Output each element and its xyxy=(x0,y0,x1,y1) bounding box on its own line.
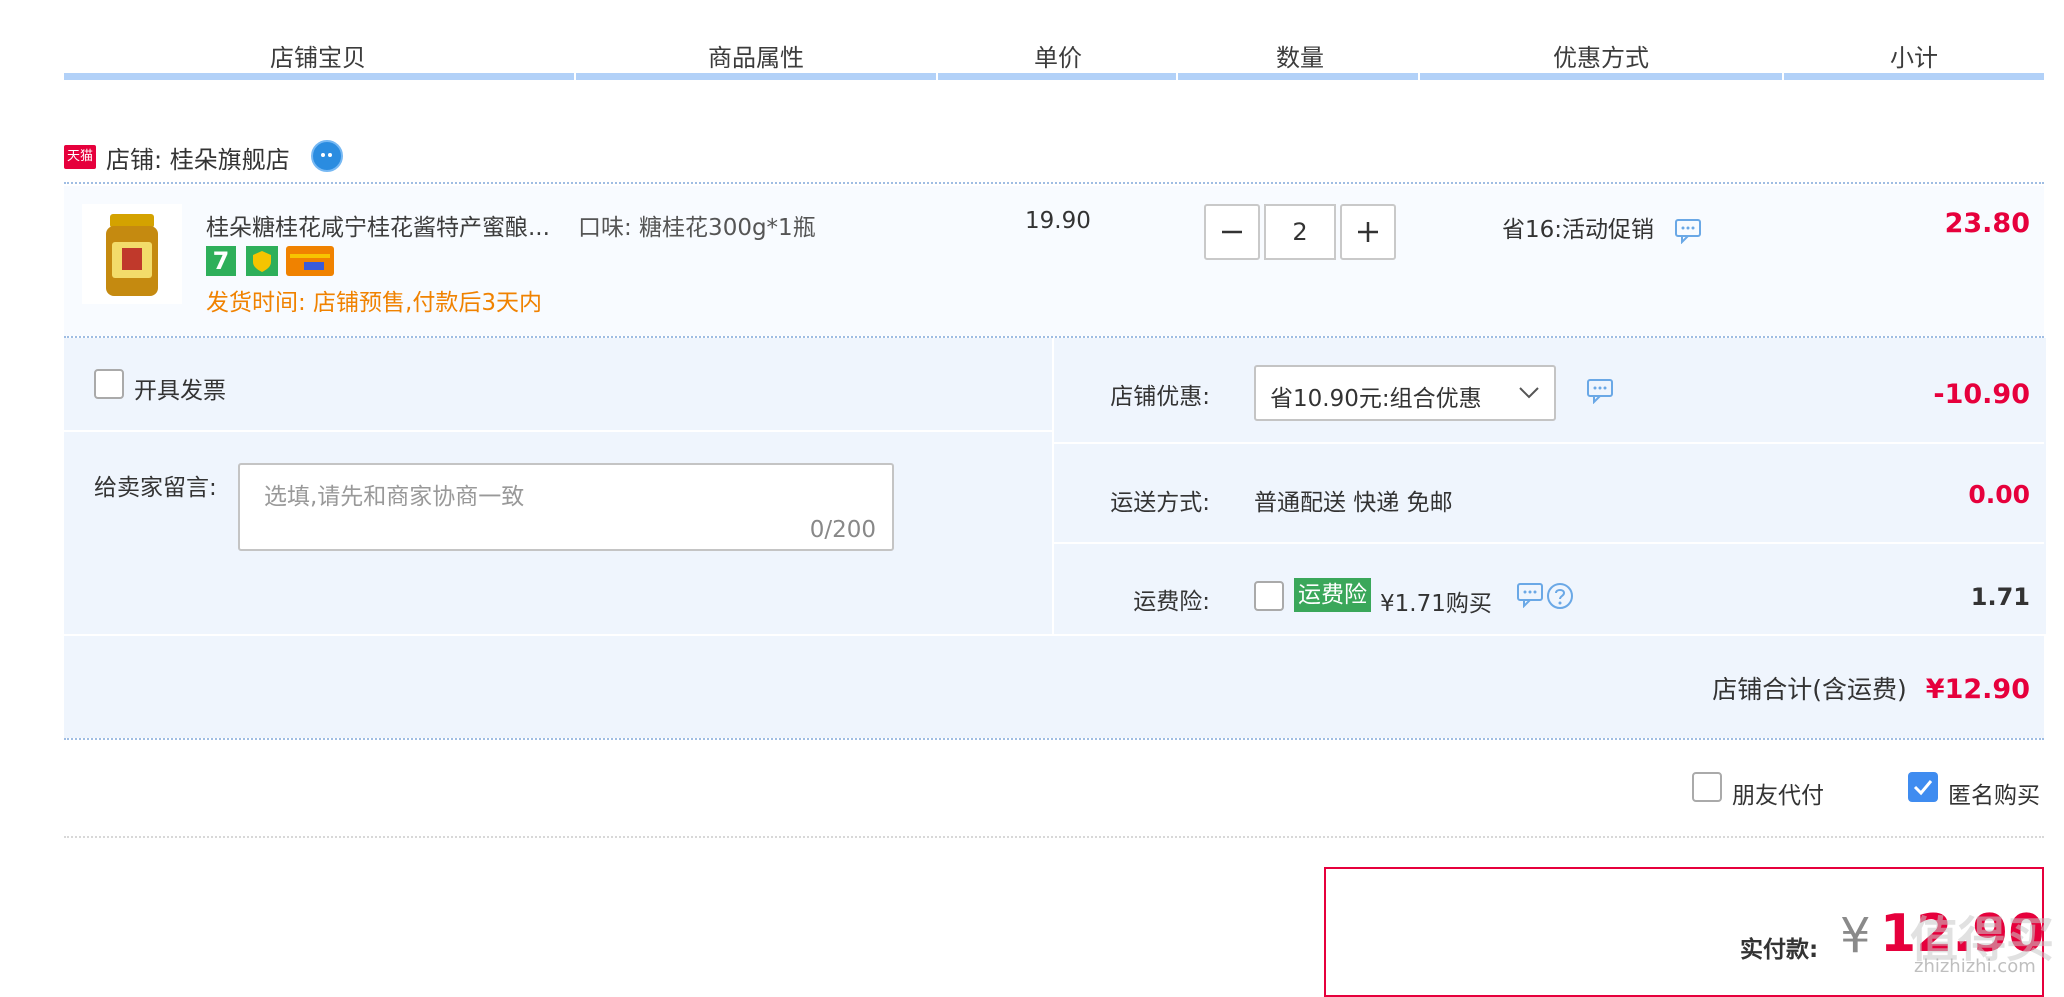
header-subtotal: 小计 xyxy=(1890,44,1938,72)
message-textarea[interactable]: 选填,请先和商家协商一致 0/200 xyxy=(238,463,894,551)
message-counter: 0/200 xyxy=(809,517,876,543)
payment-label: 实付款: xyxy=(1740,937,1819,963)
product-attr: 口味: 糖桂花300g*1瓶 xyxy=(578,215,816,241)
header-bar xyxy=(1420,73,1782,80)
qty-input[interactable]: 2 xyxy=(1264,204,1336,260)
header-bar xyxy=(1178,73,1418,80)
product-image[interactable] xyxy=(82,204,182,304)
invoice-checkbox[interactable] xyxy=(94,369,124,399)
promo-text: 省16:活动促销 xyxy=(1502,217,1655,243)
shipping-amount: 0.00 xyxy=(1968,480,2030,509)
comment-icon[interactable] xyxy=(1586,378,1614,404)
message-placeholder: 选填,请先和商家协商一致 xyxy=(264,484,525,510)
qty-decrease-button[interactable] xyxy=(1204,204,1260,260)
shop-name[interactable]: 店铺: 桂朵旗舰店 xyxy=(106,140,290,175)
product-title[interactable]: 桂朵糖桂花咸宁桂花酱特产蜜酿... xyxy=(206,208,550,242)
payment-currency: ¥ xyxy=(1840,908,1871,964)
item-subtotal: 23.80 xyxy=(1944,208,2030,239)
comment-icon[interactable] xyxy=(1516,582,1544,608)
header-bar xyxy=(938,73,1176,80)
insurance-amount: 1.71 xyxy=(1970,583,2030,611)
message-label: 给卖家留言: xyxy=(94,475,217,501)
header-bar xyxy=(1784,73,2044,80)
tmall-badge: 天猫 xyxy=(64,145,96,169)
divider xyxy=(1054,442,2044,444)
qty-increase-button[interactable] xyxy=(1340,204,1396,260)
header-price: 单价 xyxy=(1034,44,1082,72)
insurance-tag: 运费险 xyxy=(1294,578,1371,612)
chat-drop-icon[interactable] xyxy=(310,138,344,172)
header-promo: 优惠方式 xyxy=(1553,44,1649,72)
friend-pay-checkbox[interactable] xyxy=(1692,772,1722,802)
insurance-checkbox[interactable] xyxy=(1254,581,1284,611)
discount-selected: 省10.90元:组合优惠 xyxy=(1270,386,1482,412)
insurance-label: 运费险: xyxy=(1133,589,1210,615)
guarantee-icon xyxy=(246,246,278,276)
shipping-value: 普通配送 快递 免邮 xyxy=(1254,490,1453,516)
divider xyxy=(64,430,1052,432)
divider xyxy=(64,836,2044,838)
header-attr: 商品属性 xyxy=(708,44,804,72)
header-qty: 数量 xyxy=(1276,44,1324,72)
divider xyxy=(1054,542,2044,544)
header-bar xyxy=(576,73,936,80)
delivery-time: 发货时间: 店铺预售,付款后3天内 xyxy=(206,290,543,316)
discount-amount: -10.90 xyxy=(1933,379,2030,410)
shipping-label: 运送方式: xyxy=(1110,490,1210,516)
shop-total-label: 店铺合计(含运费) xyxy=(1712,675,1907,704)
invoice-label: 开具发票 xyxy=(134,378,226,404)
discount-label: 店铺优惠: xyxy=(1110,384,1210,410)
divider xyxy=(64,182,2044,184)
help-icon[interactable] xyxy=(1546,582,1574,610)
anonymous-checkbox[interactable] xyxy=(1908,772,1938,802)
unit-price: 19.90 xyxy=(1025,208,1091,234)
shop-total: 店铺合计(含运费) ¥12.90 xyxy=(1712,670,2030,706)
chevron-down-icon xyxy=(1518,385,1540,401)
friend-pay-label: 朋友代付 xyxy=(1732,783,1824,809)
watermark-url: zhizhizhi.com xyxy=(1914,956,2036,977)
shop-total-amount: ¥12.90 xyxy=(1925,674,2030,705)
seven-day-return-icon: 7 xyxy=(206,246,236,276)
header-bar xyxy=(64,73,574,80)
divider xyxy=(64,738,2044,740)
insurance-price: ¥1.71购买 xyxy=(1380,591,1492,617)
header-item: 店铺宝贝 xyxy=(270,44,366,72)
anonymous-label: 匿名购买 xyxy=(1948,783,2040,809)
comment-icon[interactable] xyxy=(1674,218,1702,244)
credit-card-icon xyxy=(286,246,334,276)
discount-select[interactable]: 省10.90元:组合优惠 xyxy=(1254,365,1556,421)
